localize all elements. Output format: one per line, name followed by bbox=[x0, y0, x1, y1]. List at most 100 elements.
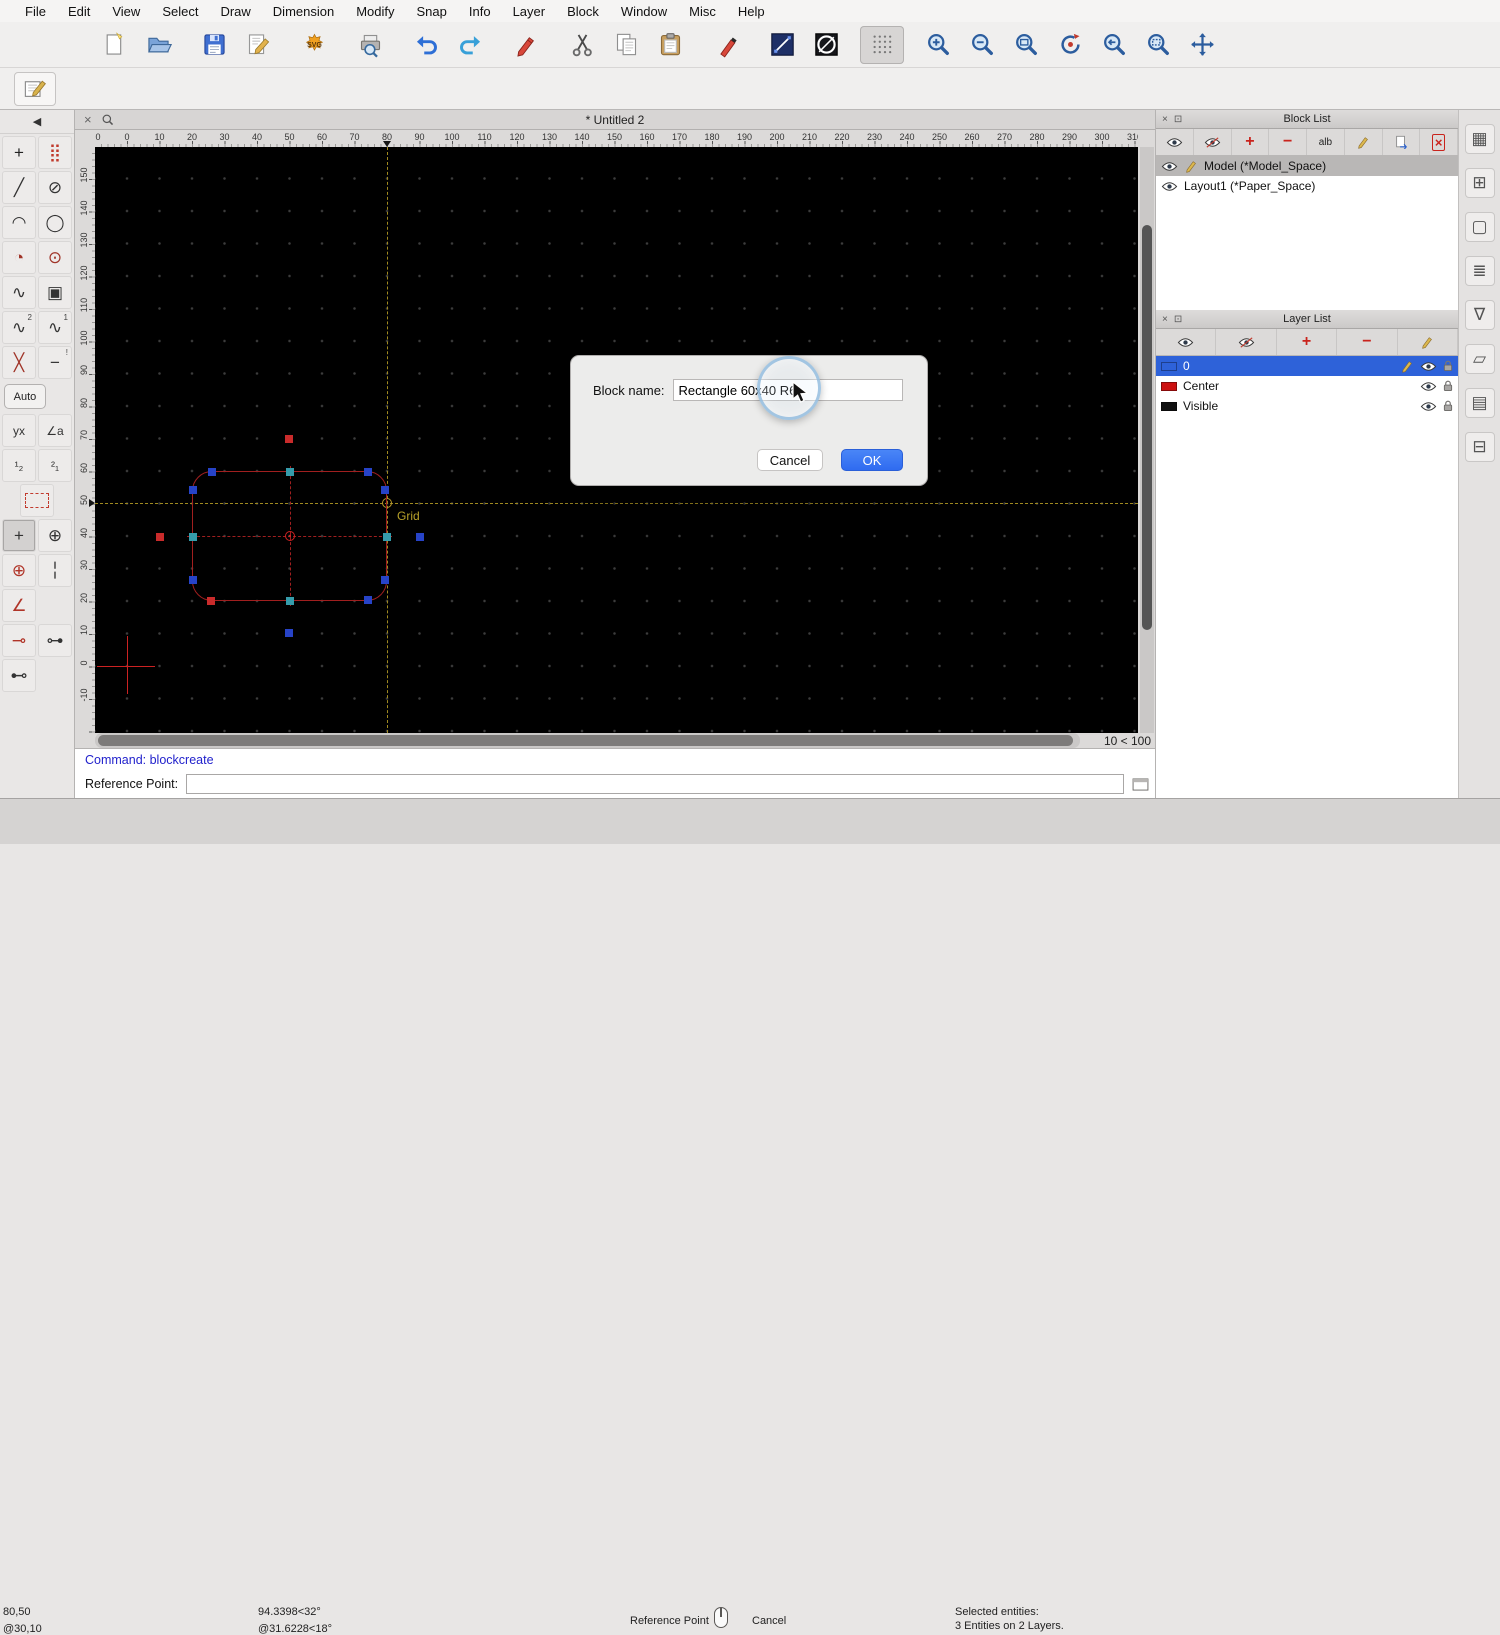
order2-tool[interactable]: ∿2 bbox=[2, 311, 36, 344]
svg-library-button[interactable]: SVG bbox=[292, 26, 336, 64]
selection-handle-cyan[interactable] bbox=[383, 533, 391, 541]
spline-tool[interactable]: ∿ bbox=[2, 276, 36, 309]
selection-handle-cyan[interactable] bbox=[189, 533, 197, 541]
arc-continue-tool[interactable]: ◔ bbox=[2, 241, 36, 274]
selection-handle-blue[interactable] bbox=[381, 576, 389, 584]
filter-panel-button[interactable]: ∇ bbox=[1465, 300, 1495, 330]
block-panel-button[interactable]: ▦ bbox=[1465, 124, 1495, 154]
menu-help[interactable]: Help bbox=[727, 4, 776, 19]
zoom-in-button[interactable] bbox=[916, 26, 960, 64]
menu-draw[interactable]: Draw bbox=[209, 4, 261, 19]
line-attributes-button[interactable] bbox=[760, 26, 804, 64]
clipboard-panel-button[interactable]: ⊟ bbox=[1465, 432, 1495, 462]
redo-button[interactable] bbox=[448, 26, 492, 64]
cancel-button[interactable]: Cancel bbox=[757, 449, 823, 471]
snap-center-tool[interactable]: ⊕ bbox=[2, 554, 36, 587]
layer-visibility-icon[interactable] bbox=[1420, 381, 1437, 392]
vertical-scrollbar[interactable] bbox=[1140, 147, 1154, 733]
snap-free-tool[interactable]: + bbox=[2, 519, 36, 552]
block-list-item[interactable]: Model (*Model_Space) bbox=[1156, 156, 1458, 176]
toggle-construction-icon[interactable] bbox=[1216, 329, 1276, 355]
layer-panel-button[interactable]: ⊞ bbox=[1465, 168, 1495, 198]
menu-window[interactable]: Window bbox=[610, 4, 678, 19]
zoom-pan-button[interactable] bbox=[1180, 26, 1224, 64]
layer-lock-icon[interactable] bbox=[1443, 400, 1453, 412]
zoom-out-button[interactable] bbox=[960, 26, 1004, 64]
save-document-button[interactable] bbox=[192, 26, 236, 64]
horizontal-scrollbar-thumb[interactable] bbox=[98, 735, 1073, 746]
remove-layer-icon[interactable]: − bbox=[1337, 329, 1397, 355]
edit-layer-icon[interactable] bbox=[1398, 329, 1458, 355]
menu-file[interactable]: File bbox=[14, 4, 57, 19]
angle-a-tool[interactable]: ∠a bbox=[38, 414, 72, 447]
rect-point-tool[interactable]: ▣ bbox=[38, 276, 72, 309]
grid-toggle-button[interactable] bbox=[860, 26, 904, 64]
tool-options-button[interactable] bbox=[14, 72, 56, 106]
menu-view[interactable]: View bbox=[101, 4, 151, 19]
intersection-manual-tool[interactable]: ╳ bbox=[2, 346, 36, 379]
delete-block-icon[interactable]: × bbox=[1420, 129, 1458, 155]
library-panel-button[interactable]: ▤ bbox=[1465, 388, 1495, 418]
menu-modify[interactable]: Modify bbox=[345, 4, 405, 19]
snap-crosshair-tool[interactable]: ⊕ bbox=[38, 519, 72, 552]
layer-list-item[interactable]: 0 bbox=[1156, 356, 1458, 376]
circle-point-tool[interactable]: ⊙ bbox=[38, 241, 72, 274]
selection-handle-blue[interactable] bbox=[189, 576, 197, 584]
snap-angle-tool[interactable]: ∠ bbox=[2, 589, 36, 622]
page-panel-button[interactable]: ▢ bbox=[1465, 212, 1495, 242]
command-input[interactable] bbox=[186, 774, 1124, 794]
menu-layer[interactable]: Layer bbox=[502, 4, 557, 19]
coord-yx-tool[interactable]: yx bbox=[2, 414, 36, 447]
menu-info[interactable]: Info bbox=[458, 4, 502, 19]
deselect-window-tool[interactable] bbox=[20, 484, 54, 517]
selection-handle-blue[interactable] bbox=[416, 533, 424, 541]
circle-attributes-button[interactable] bbox=[804, 26, 848, 64]
rename-block-button[interactable]: alb bbox=[1307, 129, 1345, 155]
zoom-redraw-button[interactable] bbox=[1048, 26, 1092, 64]
layer-lock-icon[interactable] bbox=[1443, 380, 1453, 392]
zoom-window-button[interactable] bbox=[1136, 26, 1180, 64]
document-close-icon[interactable]: × bbox=[84, 112, 92, 127]
block-visibility-icon[interactable] bbox=[1161, 161, 1178, 172]
selection-handle-cyan[interactable] bbox=[286, 468, 294, 476]
menu-snap[interactable]: Snap bbox=[406, 4, 458, 19]
pen-panel-button[interactable]: ▱ bbox=[1465, 344, 1495, 374]
ok-button[interactable]: OK bbox=[841, 449, 903, 471]
edit-document-button[interactable] bbox=[236, 26, 280, 64]
remove-block-icon[interactable]: − bbox=[1269, 129, 1307, 155]
add-block-icon[interactable]: + bbox=[1232, 129, 1270, 155]
selection-handle-cyan[interactable] bbox=[286, 597, 294, 605]
block-visibility-icon[interactable] bbox=[1161, 181, 1178, 192]
zoom-previous-button[interactable] bbox=[1092, 26, 1136, 64]
free-points-tool[interactable]: ⣿ bbox=[38, 136, 72, 169]
menu-dimension[interactable]: Dimension bbox=[262, 4, 345, 19]
seq1-tool[interactable]: ²₁ bbox=[38, 449, 72, 482]
vertical-scrollbar-thumb[interactable] bbox=[1142, 225, 1152, 630]
menu-select[interactable]: Select bbox=[151, 4, 209, 19]
key-horizontal-tool[interactable]: ⊶ bbox=[38, 624, 72, 657]
key-lock-tool[interactable]: ⊷ bbox=[2, 659, 36, 692]
menu-misc[interactable]: Misc bbox=[678, 4, 727, 19]
selection-handle-red[interactable] bbox=[285, 435, 293, 443]
arc-tool[interactable]: ◠ bbox=[2, 206, 36, 239]
paste-button[interactable] bbox=[648, 26, 692, 64]
limit-line-tool[interactable]: −! bbox=[38, 346, 72, 379]
save-block-icon[interactable] bbox=[1383, 129, 1421, 155]
panel-dock-icon[interactable]: ⊡ bbox=[1174, 314, 1182, 325]
add-layer-icon[interactable]: + bbox=[1277, 329, 1337, 355]
panel-dock-icon[interactable]: ⊡ bbox=[1174, 114, 1182, 125]
selection-handle-red[interactable] bbox=[207, 597, 215, 605]
tangent-line-tool[interactable]: ╱ bbox=[2, 171, 36, 204]
toggle-layer-visibility-icon[interactable] bbox=[1156, 329, 1216, 355]
selection-handle-blue[interactable] bbox=[364, 596, 372, 604]
horizontal-scrollbar[interactable] bbox=[95, 733, 1080, 748]
layer-visibility-icon[interactable] bbox=[1420, 361, 1437, 372]
layer-list-item[interactable]: Center bbox=[1156, 376, 1458, 396]
order1-tool[interactable]: ∿1 bbox=[38, 311, 72, 344]
cut-button[interactable] bbox=[560, 26, 604, 64]
block-list-item[interactable]: Layout1 (*Paper_Space) bbox=[1156, 176, 1458, 196]
layer-list-item[interactable]: Visible bbox=[1156, 396, 1458, 416]
toggle-visibility-icon[interactable] bbox=[1156, 129, 1194, 155]
print-preview-button[interactable] bbox=[348, 26, 392, 64]
panel-close-icon[interactable]: × bbox=[1162, 314, 1168, 325]
